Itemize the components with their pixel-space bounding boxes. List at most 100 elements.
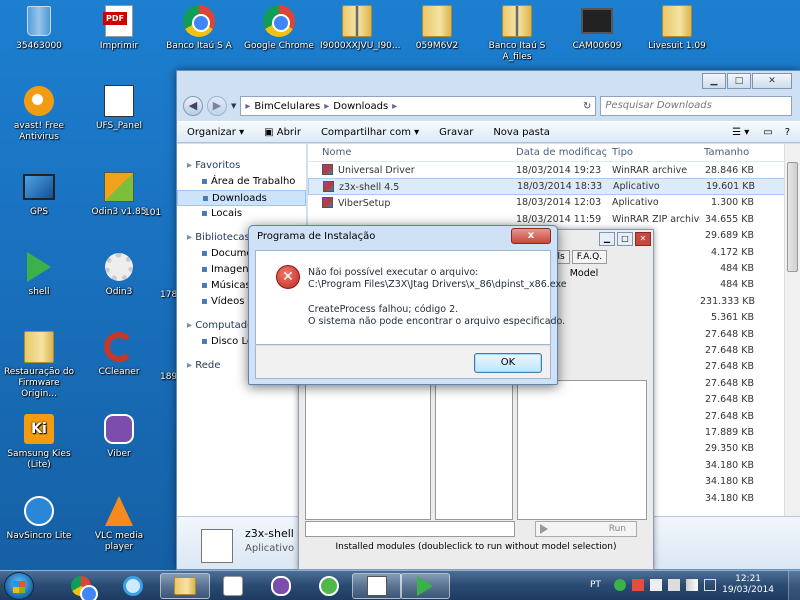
nav-item[interactable]: ▪ Locais <box>177 206 306 222</box>
desktop-icon-ccleaner[interactable]: CCleaner <box>82 330 156 378</box>
desktop-icon-label: NavSincro Lite <box>6 531 72 541</box>
vertical-scrollbar[interactable] <box>784 144 800 516</box>
pdf-icon: PDF <box>103 5 133 37</box>
burn-button[interactable]: Gravar <box>429 127 483 138</box>
file-row[interactable]: z3x-shell 4.5 18/03/2014 18:33 Aplicativo 1… <box>308 178 800 195</box>
close-button[interactable]: ✕ <box>635 232 651 246</box>
desktop-icon-cam00609[interactable]: CAM00609 <box>560 4 634 52</box>
desktop-icon-ufs-panel[interactable]: UFS_Panel <box>82 84 156 132</box>
desktop-icon-i9000[interactable]: I9000XXJVU_I90... <box>320 4 400 52</box>
desktop-icon-odin3[interactable]: Odin3 <box>82 250 156 298</box>
taskbar-chrome[interactable] <box>56 573 106 600</box>
volume-icon[interactable] <box>704 579 716 591</box>
file-size: 27.648 KB <box>704 344 754 356</box>
organize-menu[interactable]: Organizar ▾ <box>177 127 254 138</box>
nav-item[interactable]: ▪ Área de Trabalho <box>177 174 306 190</box>
desktop-icon-label: 35463000 <box>16 41 62 51</box>
breadcrumb-item[interactable]: Downloads <box>333 101 388 112</box>
taskbar-explorer[interactable] <box>160 573 210 599</box>
folder-icon: ▸ <box>245 100 251 112</box>
preview-pane-icon[interactable]: ▭ <box>757 127 778 138</box>
minimize-button[interactable]: ▁ <box>702 73 726 89</box>
places-icon: ▪ <box>201 208 211 219</box>
refresh-icon[interactable]: ↻ <box>583 101 591 112</box>
network-icon[interactable] <box>668 579 680 591</box>
desktop-icon-livesuit[interactable]: Livesuit 1.09 <box>640 4 714 52</box>
column-header-date[interactable]: Data de modificaç... <box>512 147 608 158</box>
desktop-icon-059m6v2[interactable]: 059M6V2 <box>400 4 474 52</box>
desktop-icon-shell[interactable]: shell <box>2 250 76 298</box>
taskbar-ie[interactable] <box>108 573 158 599</box>
dialog-footer: OK <box>255 345 551 379</box>
clock-time: 12:21 <box>735 574 762 584</box>
error-message-line: O sistema não pode encontrar o arquivo e… <box>308 316 566 327</box>
column-header-type[interactable]: Tipo <box>608 147 700 158</box>
language-indicator[interactable]: PT <box>590 580 601 590</box>
tray-app-icon[interactable] <box>632 579 644 591</box>
taskbar-utorrent[interactable] <box>304 573 354 599</box>
help-icon[interactable]: ? <box>779 127 800 138</box>
share-menu[interactable]: Compartilhar com ▾ <box>311 127 429 138</box>
recent-pages-icon[interactable]: ▼ <box>231 102 236 110</box>
forward-button[interactable]: ▶ <box>207 96 227 116</box>
desktop-icon-vlc[interactable]: VLC media player <box>82 494 156 553</box>
close-button[interactable]: ✕ <box>752 73 792 89</box>
desktop-icon-avast[interactable]: avast! Free Antivirus <box>2 84 76 143</box>
signal-icon[interactable] <box>686 579 698 591</box>
new-folder-button[interactable]: Nova pasta <box>483 127 560 138</box>
column-header-name[interactable]: Nome <box>308 147 512 158</box>
address-bar[interactable]: ▸ BimCelulares ▸ Downloads ▸ ↻ <box>240 96 597 116</box>
series-list[interactable] <box>435 380 513 520</box>
nav-item[interactable]: ▸ Favoritos <box>177 158 306 174</box>
file-size: 5.361 KB <box>711 312 754 324</box>
file-size: 28.846 KB <box>704 164 754 176</box>
error-message-line: Não foi possível executar o arquivo: <box>308 267 479 278</box>
scrollbar-thumb[interactable] <box>787 162 798 272</box>
show-desktop-button[interactable] <box>788 571 800 600</box>
desktop-icon-label: Viber <box>107 449 131 459</box>
open-button[interactable]: ▣ Abrir <box>254 127 311 138</box>
desktop-icon-restauracao[interactable]: Restauração do Firmware Origin... <box>2 330 76 400</box>
desktop-icon-viber[interactable]: Viber <box>82 412 156 460</box>
flag-icon[interactable] <box>650 579 662 591</box>
nav-item-label: Área de Trabalho <box>210 176 296 187</box>
chevron-right-icon[interactable]: ▸ <box>324 101 329 112</box>
column-header-size[interactable]: Tamanho <box>700 147 758 158</box>
tray-app-icon[interactable] <box>614 579 626 591</box>
desktop-icon-kies[interactable]: Ki Samsung Kies (Lite) <box>2 412 76 471</box>
model-list[interactable] <box>517 380 647 520</box>
dialog-close-button[interactable]: x <box>511 228 551 244</box>
ccleaner-icon <box>104 332 134 362</box>
back-button[interactable]: ◀ <box>183 96 203 116</box>
view-options-icon[interactable]: ☰ ▾ <box>724 127 757 138</box>
brand-list[interactable] <box>305 380 431 520</box>
desktop-icon-label: VLC media player <box>94 531 144 552</box>
taskbar-z3x[interactable] <box>352 573 402 599</box>
desktop-icon-banco-itau[interactable]: Banco Itaú S A <box>162 4 236 52</box>
file-row[interactable]: Universal Driver 18/03/2014 19:23 WinRAR a… <box>308 162 800 178</box>
module-input[interactable] <box>305 521 515 537</box>
taskbar-media[interactable] <box>208 573 258 599</box>
maximize-button[interactable]: □ <box>617 232 633 246</box>
chevron-right-icon[interactable]: ▸ <box>392 101 397 112</box>
desktop-icon-imprimir[interactable]: PDF Imprimir <box>82 4 156 52</box>
nav-item[interactable]: ▪ Downloads <box>177 190 306 206</box>
taskbar-shell[interactable] <box>400 573 450 599</box>
dialog-body: ✕ Não foi possível executar o arquivo: C… <box>255 250 567 345</box>
desktop-icon-35463000[interactable]: 35463000 <box>2 4 76 52</box>
maximize-button[interactable]: □ <box>727 73 751 89</box>
taskbar-viber[interactable] <box>256 573 306 599</box>
clock[interactable]: 12:21 19/03/2014 <box>722 574 774 596</box>
desktop-icon-navsincro[interactable]: NavSincro Lite <box>2 494 76 542</box>
desktop-icon-google-chrome[interactable]: Google Chrome <box>242 4 316 52</box>
start-button[interactable] <box>4 572 34 600</box>
run-button[interactable]: Run <box>535 521 637 537</box>
tab-faq[interactable]: F.A.Q. <box>571 250 608 264</box>
ok-button[interactable]: OK <box>474 353 542 373</box>
desktop-icon-gps[interactable]: GPS <box>2 170 76 218</box>
search-input[interactable]: Pesquisar Downloads <box>600 96 792 116</box>
desktop-icon-banco-itau-files[interactable]: Banco Itaú S A_files <box>480 4 554 63</box>
file-row[interactable]: ViberSetup 18/03/2014 12:03 Aplicativo 1.30… <box>308 195 800 211</box>
breadcrumb-item[interactable]: BimCelulares <box>254 101 320 112</box>
minimize-button[interactable]: ▁ <box>599 232 615 246</box>
